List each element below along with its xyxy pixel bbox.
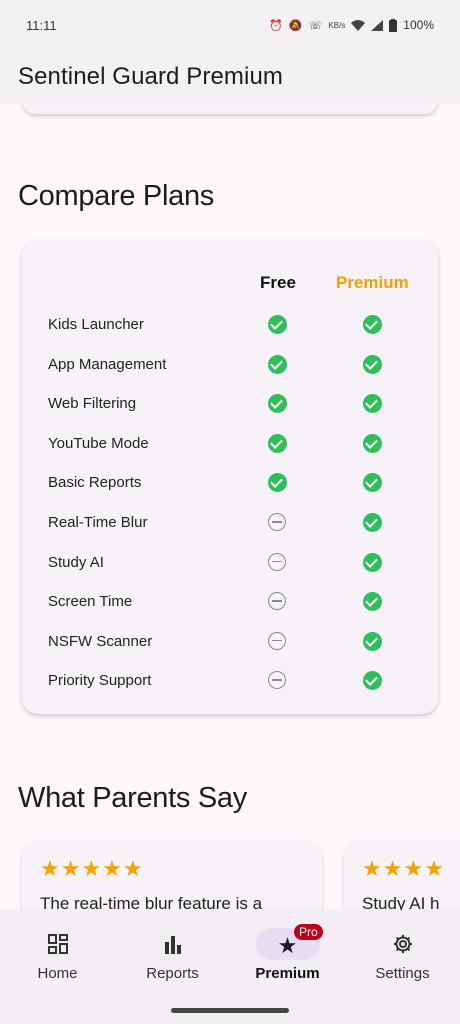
check-circle-icon — [268, 433, 287, 453]
check-circle-icon — [363, 394, 382, 414]
home-indicator — [171, 1008, 289, 1013]
check-circle-icon — [363, 592, 382, 612]
nav-label: Settings — [375, 965, 430, 982]
check-circle-icon — [363, 433, 382, 453]
dashboard-icon — [26, 928, 90, 960]
feature-label: NSFW Scanner — [48, 632, 153, 650]
feature-row: Real-Time Blur — [22, 504, 438, 544]
bar-chart-icon — [141, 928, 205, 960]
feature-label: Kids Launcher — [48, 316, 144, 333]
feature-label: App Management — [48, 355, 167, 373]
check-circle-icon — [363, 671, 382, 691]
check-circle-icon — [363, 631, 382, 651]
alarm-icon: ⏰ — [269, 19, 283, 32]
feature-row: Kids Launcher — [22, 306, 438, 346]
feature-row: Basic Reports — [22, 464, 438, 504]
feature-row: Study AI — [22, 544, 438, 584]
gear-icon — [371, 928, 435, 960]
check-circle-icon — [363, 315, 382, 334]
feature-row: Priority Support — [22, 662, 438, 702]
wifi-call-icon: ☏ — [308, 19, 323, 32]
wifi-icon — [351, 19, 366, 31]
feature-label: Screen Time — [48, 593, 133, 611]
review-text: The real-time blur feature is a — [40, 894, 263, 910]
nav-home[interactable]: Home — [0, 910, 115, 1000]
review-card[interactable]: ★★★★★ The real-time blur feature is a — [22, 842, 322, 910]
check-circle-icon — [268, 394, 287, 414]
check-circle-icon — [268, 354, 287, 374]
status-time: 11:11 — [26, 17, 57, 33]
scroll-content[interactable]: Compare Plans Free Premium Kids Launcher… — [0, 104, 460, 910]
minus-circle-icon — [268, 671, 286, 690]
check-circle-icon — [363, 354, 382, 374]
feature-label: Priority Support — [48, 672, 152, 690]
feature-label: Study AI — [48, 553, 104, 571]
star-rating: ★★★★★ — [40, 856, 144, 881]
feature-row: Screen Time — [22, 583, 438, 623]
nav-settings[interactable]: Settings — [345, 910, 460, 1000]
free-plan-header: Free — [260, 273, 296, 292]
check-circle-icon — [363, 513, 382, 532]
page-title: Sentinel Guard Premium — [18, 63, 283, 90]
check-circle-icon — [268, 315, 287, 334]
feature-label: Real-Time Blur — [48, 514, 148, 531]
feature-row: YouTube Mode — [22, 425, 438, 465]
battery-percent: 100% — [403, 18, 434, 32]
feature-row: NSFW Scanner — [22, 623, 438, 663]
check-circle-icon — [268, 473, 287, 493]
status-icons: ⏰ 🔕 ☏ KB/s 100% — [269, 18, 434, 32]
pro-badge: Pro — [294, 924, 323, 940]
nav-label: Reports — [146, 965, 199, 982]
nav-premium[interactable]: ★ Pro Premium — [230, 910, 345, 1000]
premium-plan-header: Premium — [336, 273, 409, 292]
compare-plans-title: Compare Plans — [18, 180, 214, 212]
nav-label: Home — [37, 965, 78, 982]
bottom-navigation: Home Reports ★ Pro Premium Settings — [0, 910, 460, 1024]
check-circle-icon — [363, 473, 382, 493]
minus-circle-icon — [268, 552, 286, 571]
feature-row: App Management — [22, 346, 438, 386]
app-bar: Sentinel Guard Premium — [0, 50, 460, 104]
compare-plans-card: Free Premium Kids Launcher App Management… — [22, 240, 438, 714]
feature-label: YouTube Mode — [48, 434, 149, 452]
star-rating: ★★★★ — [362, 856, 445, 881]
review-text: Study AI h — [362, 894, 440, 910]
check-circle-icon — [363, 552, 382, 572]
minus-circle-icon — [268, 631, 286, 650]
status-bar: 11:11 ⏰ 🔕 ☏ KB/s 100% — [0, 0, 460, 50]
feature-label: Web Filtering — [48, 395, 137, 413]
feature-row: Web Filtering — [22, 385, 438, 425]
what-parents-say-title: What Parents Say — [18, 782, 247, 814]
mute-icon: 🔕 — [288, 19, 303, 32]
feature-label: Basic Reports — [48, 474, 142, 492]
signal-icon — [371, 19, 384, 31]
battery-icon — [389, 18, 398, 32]
nav-reports[interactable]: Reports — [115, 910, 230, 1000]
nav-label: Premium — [255, 965, 320, 982]
data-speed-icon: KB/s — [328, 20, 346, 30]
review-card[interactable]: ★★★★ Study AI h — [344, 842, 460, 910]
previous-card — [22, 104, 438, 114]
minus-circle-icon — [268, 513, 286, 531]
minus-circle-icon — [268, 592, 286, 611]
